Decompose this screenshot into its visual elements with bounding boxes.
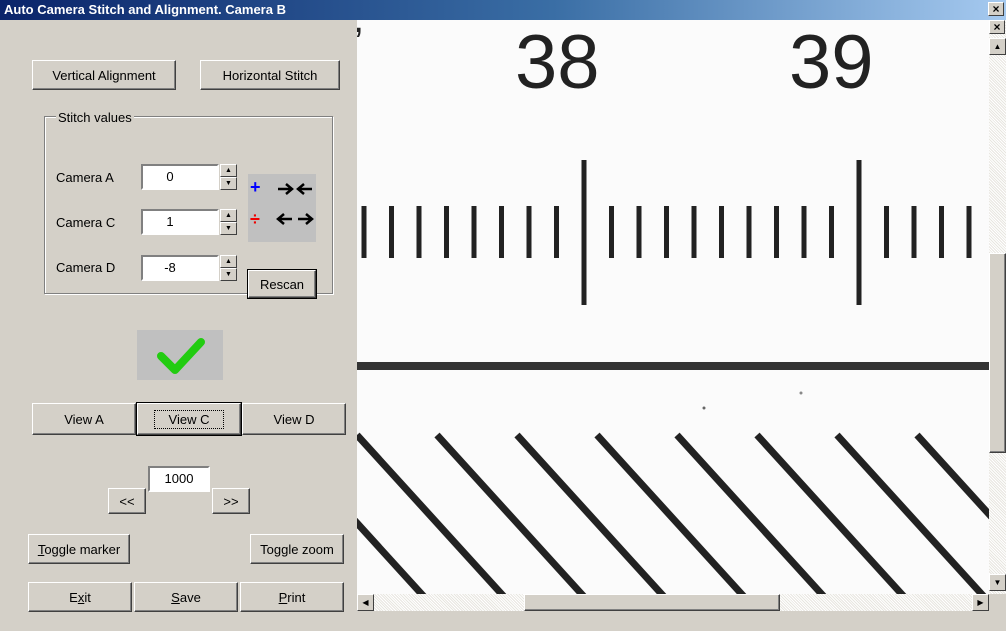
horizontal-stitch-button[interactable]: Horizontal Stitch (200, 60, 340, 90)
frame-number-field[interactable]: 1000 (148, 466, 210, 492)
save-label: Save (171, 589, 201, 605)
window-title: Auto Camera Stitch and Alignment. Camera… (4, 2, 286, 17)
scroll-down-icon[interactable]: ▼ (989, 574, 1006, 591)
check-icon (157, 338, 205, 374)
toggle-marker-button[interactable]: Toggle marker (28, 534, 130, 564)
scroll-right-icon[interactable]: ▶ (972, 594, 989, 611)
vertical-alignment-label: Vertical Alignment (52, 67, 156, 83)
scrollbar-corner (989, 594, 1006, 611)
horizontal-scroll-thumb[interactable] (524, 594, 781, 611)
camera-image-viewer[interactable]: , 38 39 (357, 20, 989, 594)
save-button[interactable]: Save (134, 582, 238, 612)
rescan-label: Rescan (259, 276, 305, 292)
close-button[interactable]: × (988, 2, 1004, 16)
divide-icon: ÷ (250, 209, 260, 229)
toggle-marker-label: Toggle marker (37, 541, 121, 557)
exit-label: Exit (69, 589, 91, 605)
camera-d-input[interactable]: -8 (141, 255, 219, 281)
arrows-converge-icon (278, 183, 312, 195)
view-c-button[interactable]: View C (136, 402, 242, 436)
view-a-label: View A (64, 411, 104, 427)
scroll-up-icon[interactable]: ▲ (989, 38, 1006, 55)
previous-label: << (119, 493, 135, 509)
spin-up-icon[interactable]: ▲ (220, 164, 237, 177)
title-bar: Auto Camera Stitch and Alignment. Camera… (0, 0, 1006, 20)
camera-d-spinner[interactable]: ▲ ▼ (220, 255, 237, 281)
svg-text:,: , (357, 20, 364, 41)
spin-up-icon[interactable]: ▲ (220, 255, 237, 268)
camera-image: , 38 39 (357, 20, 989, 594)
plus-icon: + (250, 177, 261, 197)
toggle-zoom-label: Toggle zoom (260, 541, 334, 557)
toggle-zoom-button[interactable]: Toggle zoom (250, 534, 344, 564)
spin-down-icon[interactable]: ▼ (220, 222, 237, 235)
horizontal-stitch-label: Horizontal Stitch (222, 67, 318, 83)
rescan-button[interactable]: Rescan (247, 269, 317, 299)
spin-up-icon[interactable]: ▲ (220, 209, 237, 222)
next-frame-button[interactable]: >> (212, 488, 250, 514)
view-c-label: View C (153, 409, 225, 429)
bottom-margin (357, 611, 1006, 631)
camera-a-spinner[interactable]: ▲ ▼ (220, 164, 237, 190)
camera-d-label: Camera D (56, 260, 116, 275)
camera-c-input[interactable]: 1 (141, 209, 219, 235)
previous-frame-button[interactable]: << (108, 488, 146, 514)
horizontal-scrollbar[interactable]: ◀ ▶ (357, 594, 989, 611)
scale-number: 39 (789, 20, 874, 105)
camera-a-label: Camera A (56, 170, 114, 185)
next-label: >> (223, 493, 239, 509)
close-button[interactable]: × (989, 20, 1005, 34)
spin-down-icon[interactable]: ▼ (220, 268, 237, 281)
scroll-left-icon[interactable]: ◀ (357, 594, 374, 611)
scale-number: 38 (515, 20, 600, 105)
print-label: Print (278, 589, 306, 605)
camera-a-input[interactable]: 0 (141, 164, 219, 190)
spin-down-icon[interactable]: ▼ (220, 177, 237, 190)
vertical-alignment-button[interactable]: Vertical Alignment (32, 60, 176, 90)
camera-c-spinner[interactable]: ▲ ▼ (220, 209, 237, 235)
direction-indicator: + ÷ (248, 174, 316, 242)
vertical-scroll-thumb[interactable] (989, 253, 1006, 454)
vertical-scrollbar[interactable]: ▲ ▼ (989, 20, 1006, 595)
view-d-button[interactable]: View D (242, 403, 346, 435)
print-button[interactable]: Print (240, 582, 344, 612)
exit-button[interactable]: Exit (28, 582, 132, 612)
view-a-button[interactable]: View A (32, 403, 136, 435)
status-indicator (137, 330, 223, 380)
stitch-values-label: Stitch values (56, 110, 134, 125)
arrows-diverge-icon (276, 213, 314, 225)
view-d-label: View D (273, 411, 315, 427)
ruler-edge-line (357, 362, 989, 370)
camera-c-label: Camera C (56, 215, 116, 230)
